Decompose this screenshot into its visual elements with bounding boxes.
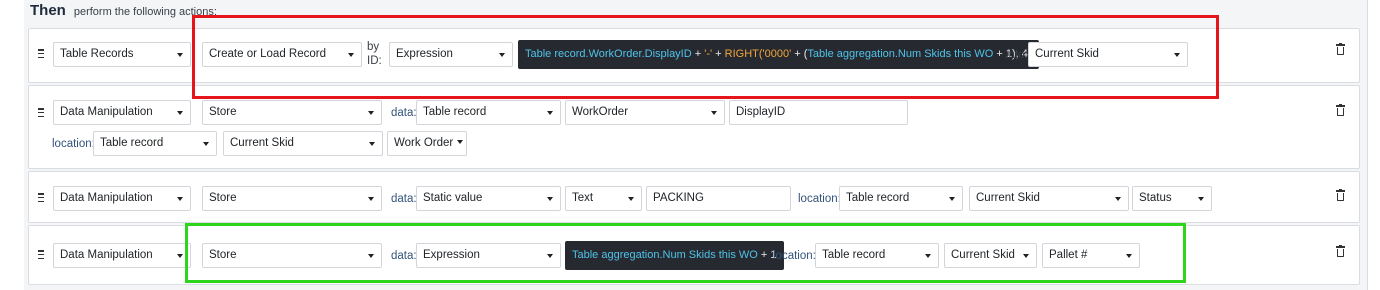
action-type-value: Table Records [60,48,134,60]
trash-icon[interactable] [1336,189,1345,201]
operation-value: Store [209,106,237,118]
action-type-select[interactable]: Data Manipulation [53,243,191,268]
location-field-value: Work Order [394,137,454,149]
caret-down-icon [368,111,374,115]
value-type-value: Text [572,192,594,204]
location-record-value: Current Skid [230,137,294,149]
static-value: PACKING [653,192,704,204]
data-field-input[interactable]: DisplayID [729,100,908,125]
caret-down-icon [547,111,553,115]
trash-icon[interactable] [1336,43,1345,55]
caret-down-icon [177,111,183,115]
highlight-box-green [185,223,1186,283]
caret-down-icon [203,142,209,146]
location-source-value: Table record [846,192,910,204]
location-field-select[interactable]: Work Order [387,131,467,156]
action-row: Data Manipulation Store data: Static val… [28,171,1360,223]
caret-down-icon [628,197,634,201]
data-label: data: [391,193,417,205]
drag-handle-icon[interactable] [38,250,44,259]
value-type-select[interactable]: Text [565,186,642,211]
drag-handle-icon[interactable] [38,193,44,202]
location-source-select[interactable]: Table record [93,131,217,156]
caret-down-icon [177,254,183,258]
location-record-select[interactable]: Current Skid [223,131,383,156]
location-record-select[interactable]: Current Skid [969,186,1129,211]
caret-down-icon [711,111,717,115]
highlight-box-red [192,15,1219,99]
data-table-value: WorkOrder [572,106,629,118]
data-table-select[interactable]: WorkOrder [565,100,725,125]
caret-down-icon [177,53,183,57]
location-field-value: Status [1139,192,1172,204]
data-source-select[interactable]: Table record [416,100,561,125]
then-title: Then [30,2,66,19]
caret-down-icon [949,197,955,201]
location-field-select[interactable]: Status [1132,186,1212,211]
caret-down-icon [368,197,374,201]
action-type-value: Data Manipulation [60,106,153,118]
action-type-select[interactable]: Table Records [53,42,191,67]
location-record-value: Current Skid [976,192,1040,204]
caret-down-icon [1198,197,1204,201]
caret-down-icon [457,140,464,144]
location-source-select[interactable]: Table record [839,186,963,211]
trash-icon[interactable] [1336,104,1345,116]
action-type-select[interactable]: Data Manipulation [53,100,191,125]
location-source-value: Table record [100,137,164,149]
data-label: data: [391,107,417,119]
operation-select[interactable]: Store [202,186,382,211]
action-type-value: Data Manipulation [60,192,153,204]
caret-down-icon [177,197,183,201]
data-source-select[interactable]: Static value [416,186,561,211]
data-source-value: Static value [423,192,483,204]
action-type-select[interactable]: Data Manipulation [53,186,191,211]
operation-value: Store [209,192,237,204]
action-type-value: Data Manipulation [60,249,153,261]
static-value-input[interactable]: PACKING [646,186,791,211]
location-label: location: [798,193,841,205]
caret-down-icon [547,197,553,201]
drag-handle-icon[interactable] [38,108,44,117]
caret-down-icon [369,142,375,146]
data-field-value: DisplayID [736,106,786,118]
location-label: location: [52,138,95,150]
operation-select[interactable]: Store [202,100,382,125]
trash-icon[interactable] [1336,245,1345,257]
caret-down-icon [1115,197,1121,201]
drag-handle-icon[interactable] [38,49,44,58]
then-header: Then perform the following actions: [30,2,217,22]
data-source-value: Table record [423,106,487,118]
